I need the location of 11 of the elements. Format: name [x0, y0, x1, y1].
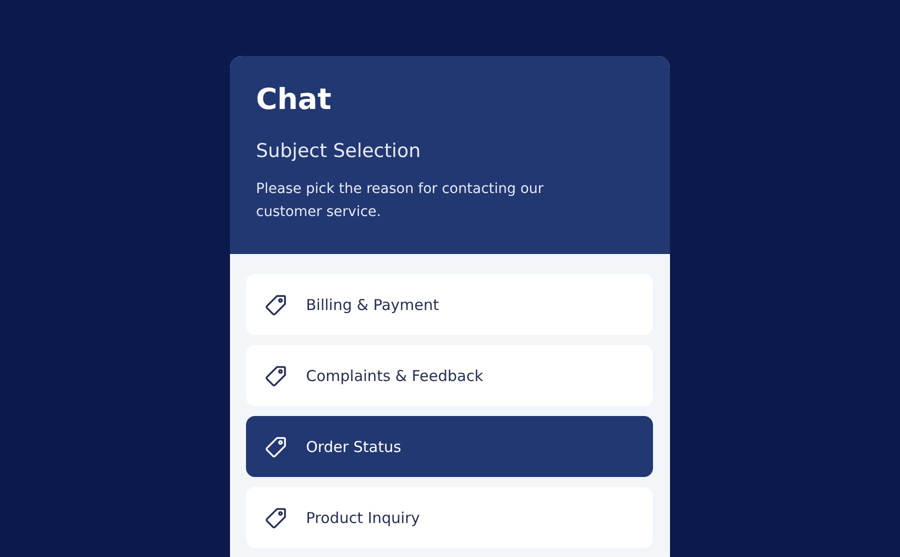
- chat-title: Chat: [256, 82, 332, 116]
- subject-option[interactable]: Complaints & Feedback: [246, 345, 653, 406]
- tag-icon: [264, 434, 288, 458]
- tag-icon: [264, 292, 288, 316]
- subject-option[interactable]: Product Inquiry: [246, 487, 653, 548]
- subject-option[interactable]: Billing & Payment: [246, 274, 653, 335]
- instruction-text: Please pick the reason for contacting our customer service.: [256, 180, 545, 222]
- tag-icon: [264, 364, 288, 388]
- subject-option[interactable]: Order Status: [246, 416, 653, 477]
- tag-icon: [264, 506, 288, 530]
- subject-heading: Subject Selection: [256, 140, 422, 162]
